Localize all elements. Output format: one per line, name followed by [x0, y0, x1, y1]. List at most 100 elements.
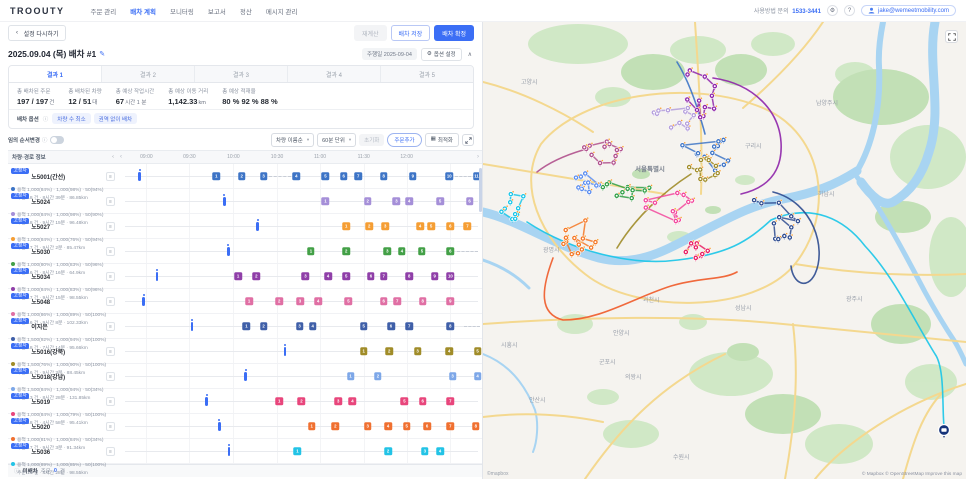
stop-block[interactable]: 1	[321, 197, 330, 205]
stop-block[interactable]: 2	[252, 272, 261, 280]
row-detail-button[interactable]: ≡	[106, 447, 115, 456]
nav-item-4[interactable]: 정산	[240, 6, 252, 16]
add-order-button[interactable]: 주문추가	[387, 133, 422, 147]
vehicle-row-5[interactable]: 고정차노5048 용적 1,000(86%) · 1,000(89%) · 50(…	[8, 289, 482, 326]
stop-block[interactable]: 1	[293, 447, 302, 455]
stop-block[interactable]: 1	[234, 272, 242, 280]
row-detail-button[interactable]: ≡	[106, 172, 115, 181]
tab-result-4[interactable]: 결과 4	[288, 66, 381, 82]
map-attribution[interactable]: © Mapbox © OpenStreetMap Improve this ma…	[862, 472, 962, 477]
stop-block[interactable]: 6	[387, 322, 395, 330]
confirm-dispatch-button[interactable]: 배차 확정	[434, 25, 474, 41]
stop-block[interactable]: 5	[473, 347, 482, 355]
stop-block[interactable]: 6	[339, 172, 348, 180]
settings-icon[interactable]: ⚙	[826, 5, 838, 16]
stop-block[interactable]: 9	[446, 297, 455, 305]
row-detail-button[interactable]: ≡	[106, 322, 115, 331]
stop-block[interactable]: 7	[446, 397, 455, 405]
row-detail-button[interactable]: ≡	[106, 247, 115, 256]
stop-block[interactable]: 4	[445, 347, 453, 355]
stop-block[interactable]: 4	[348, 397, 357, 405]
stop-block[interactable]: 6	[367, 272, 375, 280]
vehicle-row-6[interactable]: 고정차이지은 용적 1,500(92%) · 1,000(94%) · 50(10…	[8, 314, 482, 351]
stop-block[interactable]: 2	[363, 197, 372, 205]
stop-block[interactable]: 5	[321, 172, 330, 180]
vehicle-row-7[interactable]: 고정차노5016(강북) 용적 1,500(76%) · 1,000(90%) ·…	[8, 339, 482, 376]
stop-block[interactable]: 2	[385, 347, 393, 355]
stop-block[interactable]: 7	[446, 422, 455, 430]
stop-block[interactable]: 4	[473, 372, 482, 380]
save-dispatch-button[interactable]: 배차 저장	[390, 25, 431, 41]
vehicle-row-10[interactable]: 고정차노5020 용적 1,000(81%) · 1,000(84%) · 50(…	[8, 414, 482, 451]
vehicle-row-4[interactable]: 고정차노5034 용적 1,000(84%) · 1,000(83%) · 50(…	[8, 264, 482, 301]
help-icon[interactable]: ?	[843, 5, 855, 16]
vehicle-row-2[interactable]: 고정차노5027 용적 1,000(84%) · 1,000(76%) · 50(…	[8, 214, 482, 251]
tab-result-3[interactable]: 결과 3	[195, 66, 288, 82]
stop-block[interactable]: 3	[301, 272, 310, 280]
stop-block[interactable]: 4	[314, 297, 322, 305]
edit-title-icon[interactable]: ✎	[99, 50, 105, 58]
row-detail-button[interactable]: ≡	[106, 272, 115, 281]
stop-block[interactable]: 8	[418, 297, 427, 305]
stop-block[interactable]: 1	[245, 297, 253, 305]
stop-block[interactable]: 4	[324, 272, 332, 280]
stop-block[interactable]: 1	[242, 322, 251, 330]
tab-result-5[interactable]: 결과 5	[381, 66, 473, 82]
stop-block[interactable]: 8	[379, 172, 388, 180]
stop-block[interactable]: 2	[342, 247, 350, 255]
stop-block[interactable]: 3	[363, 422, 372, 430]
stop-block[interactable]: 5	[436, 197, 444, 205]
optimize-button[interactable]: ▦ 최적화	[424, 133, 459, 147]
stop-block[interactable]: 4	[436, 447, 444, 455]
stop-block[interactable]: 3	[421, 447, 429, 455]
reset-button[interactable]: 초기화	[359, 134, 385, 146]
stop-block[interactable]: 6	[446, 247, 455, 255]
nav-item-5[interactable]: 메시지 관리	[266, 6, 298, 16]
row-detail-button[interactable]: ≡	[106, 297, 115, 306]
timeline-next-icon[interactable]: ›	[477, 154, 479, 160]
stop-block[interactable]: 5	[359, 322, 368, 330]
nav-item-1[interactable]: 배차 계획	[130, 6, 156, 16]
timeline-prev-icon[interactable]: ‹	[120, 154, 122, 160]
stop-block[interactable]: 2	[365, 222, 373, 230]
vehicle-row-0[interactable]: 고정차노5001(간선) 용적 1,000(84%) · 1,000(98%) ·…	[8, 164, 482, 212]
row-detail-button[interactable]: ≡	[106, 372, 115, 381]
stop-block[interactable]: 2	[238, 172, 246, 180]
stop-block[interactable]: 4	[384, 422, 392, 430]
map[interactable]: 고양시 남양주시 구리시 하남시 서울특별시 광명시 과천시 성남시 광주시 시흥시 안양시 군포시 의…	[483, 22, 966, 479]
collapse-chevron-icon[interactable]: ∧	[466, 51, 474, 58]
manual-order-toggle[interactable]	[50, 136, 65, 144]
vehicle-row-11[interactable]: 고정차노5036 용적 1,000(89%) · 1,000(85%) · 50(…	[8, 439, 482, 476]
row-detail-button[interactable]: ≡	[106, 222, 115, 231]
tab-result-1[interactable]: 결과 1	[9, 66, 102, 82]
stop-block[interactable]: 6	[423, 422, 431, 430]
stop-block[interactable]: 3	[381, 222, 389, 230]
stop-block[interactable]: 3	[448, 372, 457, 380]
stop-block[interactable]: 2	[331, 422, 340, 430]
stop-block[interactable]: 3	[296, 297, 304, 305]
stop-block[interactable]: 9	[430, 272, 439, 280]
nav-item-0[interactable]: 주문 관리	[91, 6, 117, 16]
stop-block[interactable]: 2	[259, 322, 268, 330]
sort-select[interactable]: 차량 이름순 ▾	[270, 133, 315, 147]
stop-block[interactable]: 8	[472, 422, 480, 430]
stop-block[interactable]: 2	[374, 372, 382, 380]
stop-block[interactable]: 5	[400, 397, 409, 405]
stop-block[interactable]: 10	[445, 172, 453, 180]
stop-block[interactable]: 4	[308, 322, 317, 330]
stop-block[interactable]: 4	[405, 197, 413, 205]
row-detail-button[interactable]: ≡	[106, 397, 115, 406]
account-email[interactable]: jake@wemeetmobility.com	[860, 5, 956, 16]
stop-block[interactable]: 7	[354, 172, 362, 180]
stop-block[interactable]: 7	[463, 222, 472, 230]
stop-block[interactable]: 3	[295, 322, 304, 330]
stop-block[interactable]: 5	[418, 247, 426, 255]
stop-block[interactable]: 1	[346, 372, 355, 380]
row-detail-button[interactable]: ≡	[106, 197, 115, 206]
stop-block[interactable]: 6	[379, 297, 388, 305]
stop-block[interactable]: 1	[307, 422, 316, 430]
stop-block[interactable]: 5	[402, 422, 411, 430]
stop-block[interactable]: 2	[275, 297, 283, 305]
row-detail-button[interactable]: ≡	[106, 347, 115, 356]
fullscreen-button[interactable]	[945, 30, 958, 43]
